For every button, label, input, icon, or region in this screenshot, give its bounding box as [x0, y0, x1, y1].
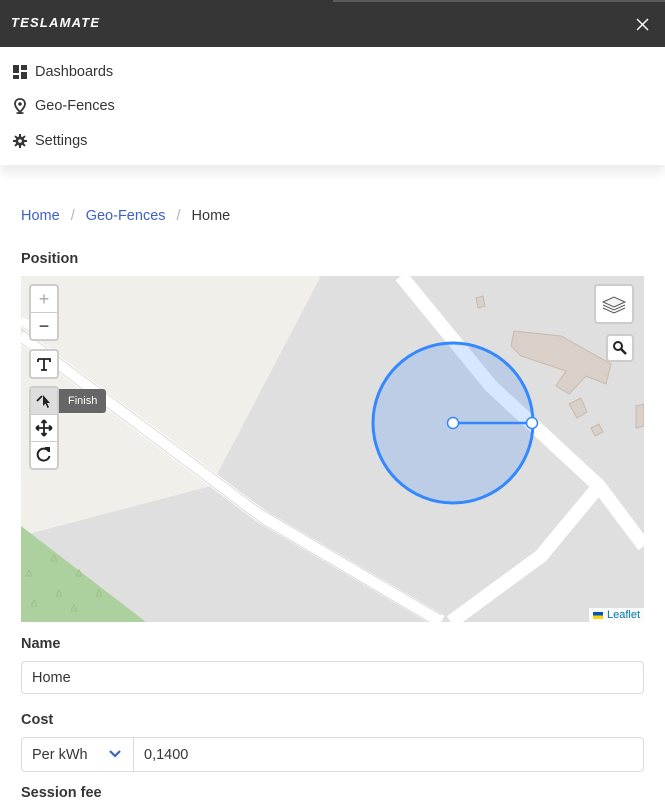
menu-item-label: Geo-Fences	[35, 98, 115, 114]
session-fee-label: Session fee	[21, 785, 102, 801]
top-navbar: TESLAMATE	[0, 0, 665, 47]
cost-mode-value: Per kWh	[32, 746, 88, 763]
text-icon	[37, 358, 51, 371]
chevron-down-icon	[109, 750, 121, 758]
search-icon	[613, 341, 627, 355]
map-attribution: Leaflet	[588, 608, 644, 622]
breadcrumb-home[interactable]: Home	[21, 208, 60, 224]
breadcrumb-geo-fences[interactable]: Geo-Fences	[86, 208, 166, 224]
rotate-icon	[36, 447, 51, 462]
cost-label: Cost	[21, 712, 54, 728]
dashboard-icon	[13, 65, 27, 79]
rotate-button[interactable]	[31, 441, 57, 468]
cursor-icon	[36, 395, 50, 408]
menu-item-geo-fences[interactable]: Geo-Fences	[13, 94, 115, 118]
name-input[interactable]: Home	[21, 661, 644, 694]
breadcrumb: Home / Geo-Fences / Home	[21, 208, 230, 224]
menu-item-label: Dashboards	[35, 64, 114, 80]
layers-icon	[601, 296, 627, 314]
edit-tools-control	[29, 386, 59, 470]
finish-tooltip: Finish	[59, 389, 107, 413]
cost-mode-select[interactable]: Per kWh	[21, 737, 134, 772]
menu-item-label: Settings	[35, 133, 88, 149]
loading-bar	[333, 0, 665, 2]
cost-input[interactable]: 0,1400	[133, 737, 644, 772]
map-tiles[interactable]	[21, 276, 644, 622]
breadcrumb-separator: /	[70, 208, 75, 224]
move-button[interactable]	[31, 414, 57, 441]
zoom-out-button[interactable]: −	[31, 312, 57, 339]
close-menu-button[interactable]	[630, 12, 654, 36]
nav-menu: Dashboards Geo-Fences Settings	[0, 47, 665, 165]
brand-logo[interactable]: TESLAMATE	[11, 15, 100, 30]
map-marker-icon	[13, 98, 27, 114]
menu-item-dashboards[interactable]: Dashboards	[13, 60, 113, 84]
menu-item-settings[interactable]: Settings	[13, 129, 87, 153]
zoom-control: + −	[29, 284, 59, 341]
name-label: Name	[21, 636, 61, 652]
move-icon	[35, 419, 53, 437]
finish-drawing-button[interactable]	[31, 388, 57, 414]
layers-control[interactable]	[594, 284, 634, 324]
gear-icon	[13, 134, 27, 148]
zoom-in-button[interactable]: +	[31, 286, 57, 312]
position-label: Position	[21, 251, 79, 267]
map-view[interactable]: + − Finish Leaflet	[21, 276, 644, 622]
search-control[interactable]	[606, 334, 634, 362]
close-icon	[636, 18, 649, 31]
breadcrumb-separator: /	[176, 208, 181, 224]
radius-handle[interactable]	[525, 416, 539, 430]
leaflet-link[interactable]: Leaflet	[607, 609, 640, 621]
ukraine-flag-icon	[592, 611, 603, 619]
breadcrumb-current: Home	[191, 208, 231, 224]
center-handle[interactable]	[446, 416, 460, 430]
text-tool-button[interactable]	[31, 351, 57, 377]
text-tool-control	[29, 349, 59, 379]
